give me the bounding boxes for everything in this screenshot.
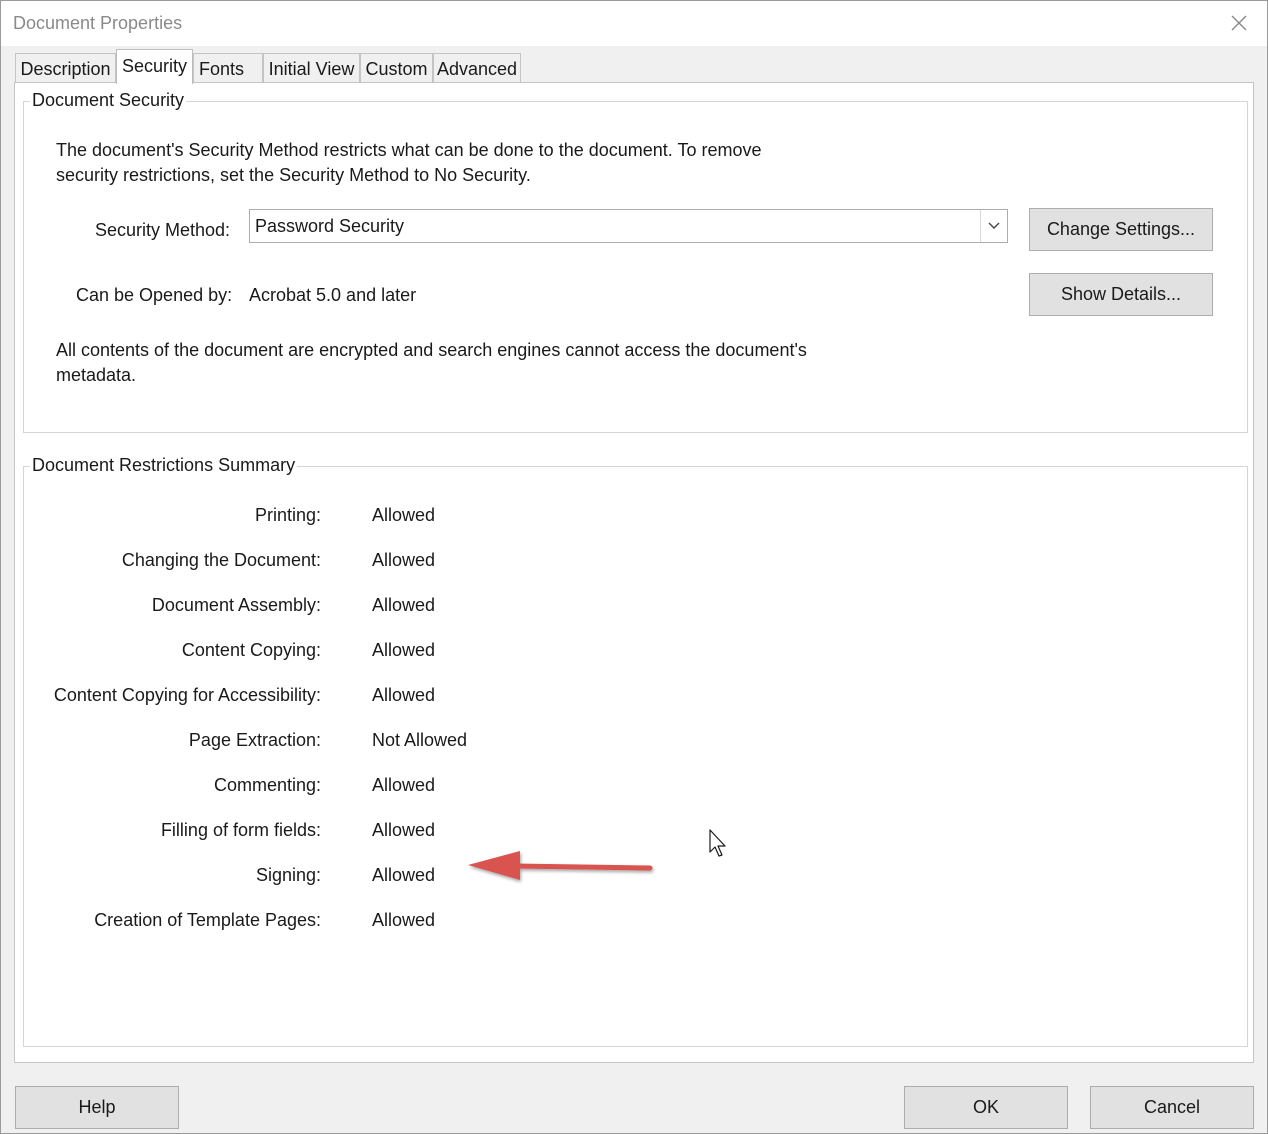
restriction-value-commenting: Allowed [372, 775, 436, 795]
restriction-value-form-fields: Allowed [372, 820, 436, 840]
close-icon [1231, 15, 1247, 31]
encryption-note-line-1: All contents of the document are encrypt… [56, 340, 807, 360]
document-properties-dialog: Document Properties Description Security… [0, 0, 1268, 1134]
restriction-value-changing: Allowed [372, 550, 436, 570]
chevron-down-icon[interactable] [980, 210, 1007, 242]
encryption-note-line-2: metadata. [56, 365, 137, 385]
title-bar: Document Properties [1, 1, 1267, 46]
document-security-legend: Document Security [30, 90, 187, 111]
restriction-value-page-extraction: Not Allowed [372, 730, 468, 750]
ok-button[interactable]: OK [904, 1086, 1068, 1129]
restriction-label-accessibility: Content Copying for Accessibility: [53, 685, 321, 705]
mouse-pointer-icon [709, 829, 726, 857]
restriction-label-commenting: Commenting: [213, 775, 321, 795]
security-method-select[interactable]: Password Security [249, 209, 1008, 243]
restrictions-summary-legend: Document Restrictions Summary [30, 455, 298, 476]
restriction-label-signing: Signing: [255, 865, 321, 885]
cancel-button[interactable]: Cancel [1090, 1086, 1254, 1129]
window-title: Document Properties [13, 13, 183, 33]
restrictions-summary-group: Document Restrictions Summary Printing: … [23, 455, 1248, 1047]
opened-by-label: Can be Opened by: [76, 285, 233, 305]
tab-security[interactable]: Security [116, 49, 193, 84]
change-settings-button[interactable]: Change Settings... [1029, 208, 1213, 251]
restriction-label-template-pages: Creation of Template Pages: [94, 910, 321, 930]
restriction-value-accessibility: Allowed [372, 685, 436, 705]
security-intro-line-2: security restrictions, set the Security … [56, 165, 531, 185]
document-security-group: Document Security The document's Securit… [23, 90, 1248, 433]
security-method-label: Security Method: [95, 220, 231, 240]
help-button[interactable]: Help [15, 1086, 179, 1129]
tab-custom[interactable]: Custom [360, 53, 433, 83]
security-intro-line-1: The document's Security Method restricts… [56, 140, 762, 160]
tab-initial-view[interactable]: Initial View [263, 53, 360, 83]
restriction-value-content-copying: Allowed [372, 640, 436, 660]
restriction-label-changing: Changing the Document: [121, 550, 321, 570]
restriction-value-printing: Allowed [372, 505, 436, 525]
tab-advanced[interactable]: Advanced [433, 53, 521, 83]
restriction-label-content-copying: Content Copying: [181, 640, 321, 660]
tab-description[interactable]: Description [15, 53, 116, 83]
show-details-button[interactable]: Show Details... [1029, 273, 1213, 316]
security-intro-text: The document's Security Method restricts… [56, 138, 761, 188]
restriction-value-signing: Allowed [372, 865, 436, 885]
restriction-label-form-fields: Filling of form fields: [160, 820, 321, 840]
restriction-label-printing: Printing: [254, 505, 321, 525]
restriction-value-template-pages: Allowed [372, 910, 436, 930]
restriction-label-assembly: Document Assembly: [151, 595, 321, 615]
security-method-value: Password Security [255, 216, 405, 236]
security-tab-panel: Document Security The document's Securit… [14, 82, 1254, 1063]
restriction-value-assembly: Allowed [372, 595, 436, 615]
close-button[interactable] [1219, 5, 1259, 41]
tab-fonts[interactable]: Fonts [193, 53, 263, 83]
arrow-left-annotation-icon [468, 851, 653, 880]
encryption-note: All contents of the document are encrypt… [56, 338, 807, 388]
restriction-label-page-extraction: Page Extraction: [188, 730, 321, 750]
opened-by-value: Acrobat 5.0 and later [249, 285, 417, 305]
